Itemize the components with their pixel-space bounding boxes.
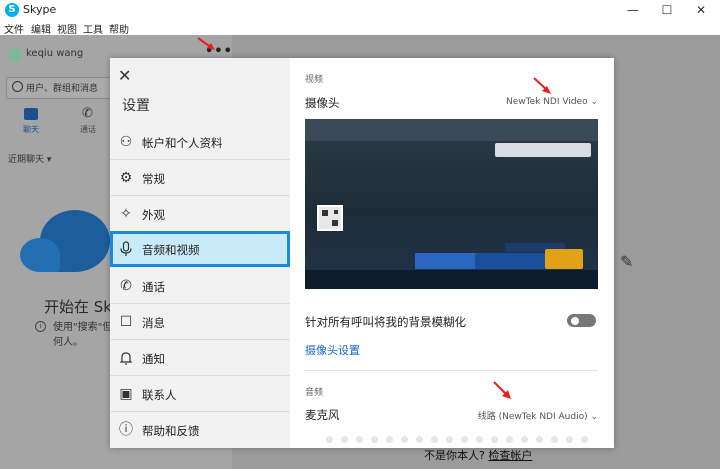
contacts-icon: ▣ xyxy=(119,386,133,402)
annotation-arrow-icon xyxy=(533,77,551,94)
mic-level-dot xyxy=(386,436,393,443)
audio-section-label: 音频 xyxy=(305,388,324,398)
mic-level-dot xyxy=(521,436,528,443)
mic-level-dot xyxy=(416,436,423,443)
minimize-button[interactable]: — xyxy=(618,0,648,20)
mic-level-dot xyxy=(431,436,438,443)
mic-level-dot xyxy=(506,436,513,443)
chat-icon[interactable] xyxy=(24,108,38,120)
nav-item-general[interactable]: ⚙ 常规 xyxy=(110,160,290,196)
search-placeholder: 用户、群组和消息 xyxy=(26,84,99,94)
nav-item-label: 通话 xyxy=(142,280,165,294)
tab-calls[interactable]: 通话 xyxy=(80,124,96,135)
message-icon: ☐ xyxy=(119,314,133,330)
nav-item-messages[interactable]: ☐ 消息 xyxy=(110,304,290,340)
welcome-heading: 开始在 Sk xyxy=(44,298,112,316)
nav-item-label: 常规 xyxy=(142,172,165,186)
mic-level-dot xyxy=(446,436,453,443)
gear-icon: ⚙ xyxy=(119,170,133,186)
person-icon: ⚇ xyxy=(119,134,133,150)
preview-headline-bar xyxy=(415,253,475,269)
microphone-dropdown[interactable]: 线路 (NewTek NDI Audio) ⌄ xyxy=(440,409,598,422)
tab-chats[interactable]: 聊天 xyxy=(23,124,39,135)
preview-banner xyxy=(495,143,591,157)
mic-level-dot xyxy=(491,436,498,443)
camera-dropdown[interactable]: NewTek NDI Video ⌄ xyxy=(470,97,598,107)
user-name: keqiu wang xyxy=(26,48,84,59)
mic-level-dot xyxy=(461,436,468,443)
welcome-hint: 使用"搜索"但 何人。 xyxy=(53,322,113,348)
nav-item-calls[interactable]: ✆ 通话 xyxy=(110,268,290,304)
nav-item-notifications[interactable]: 通知 xyxy=(110,340,290,376)
menu-tools[interactable]: 工具 xyxy=(83,21,103,36)
divider xyxy=(305,370,598,371)
preview-ticker xyxy=(305,270,598,289)
avatar[interactable] xyxy=(8,48,22,62)
mic-level-dot xyxy=(476,436,483,443)
info-icon: i xyxy=(35,321,46,332)
nav-item-audio-video[interactable]: 音频和视频 xyxy=(110,231,290,267)
recent-chats-dropdown[interactable]: 近期聊天 ▾ xyxy=(8,152,51,165)
annotation-arrow-icon xyxy=(197,37,215,50)
magic-wand-icon: ✧ xyxy=(120,206,132,222)
mic-level-dot xyxy=(356,436,363,443)
skype-logo-icon: S xyxy=(5,3,19,17)
menu-view[interactable]: 视图 xyxy=(57,21,77,36)
mic-level-dot xyxy=(401,436,408,443)
pencil-icon[interactable]: ✎ xyxy=(620,252,633,271)
chat-bubble-illustration-icon xyxy=(20,238,60,272)
nav-item-label: 帐户和个人资料 xyxy=(142,136,223,150)
nav-item-help[interactable]: ⓘ 帮助和反馈 xyxy=(110,412,290,448)
mic-level-dot xyxy=(581,436,588,443)
app-title: Skype xyxy=(23,3,57,16)
preview-top-band xyxy=(305,119,598,141)
menu-help[interactable]: 帮助 xyxy=(109,21,129,36)
settings-title: 设置 xyxy=(122,98,150,114)
nav-item-label: 外观 xyxy=(142,208,165,222)
camera-preview xyxy=(305,119,598,289)
not-you-label: 不是你本人? xyxy=(424,449,485,462)
search-icon xyxy=(12,81,23,92)
mic-level-dot xyxy=(551,436,558,443)
annotation-arrow-icon xyxy=(493,381,511,399)
nav-item-appearance[interactable]: ✧ 外观 xyxy=(110,196,290,232)
microphone-icon xyxy=(118,241,134,257)
preview-logo-badge xyxy=(545,249,583,269)
bell-icon xyxy=(118,350,134,366)
nav-item-label: 音频和视频 xyxy=(142,243,200,257)
phone-icon: ✆ xyxy=(120,278,132,294)
mic-level-dot xyxy=(536,436,543,443)
mic-level-dot xyxy=(566,436,573,443)
account-check-text: 不是你本人? 检查帐户 xyxy=(424,447,532,463)
camera-label: 摄像头 xyxy=(305,96,340,110)
menu-file[interactable]: 文件 xyxy=(4,21,24,36)
nav-item-account[interactable]: ⚇ 帐户和个人资料 xyxy=(110,124,290,160)
mic-level-dot xyxy=(326,436,333,443)
camera-settings-link[interactable]: 摄像头设置 xyxy=(305,342,360,358)
mic-level-dot xyxy=(371,436,378,443)
qr-code-icon xyxy=(317,205,343,231)
nav-item-label: 消息 xyxy=(142,316,165,330)
maximize-button[interactable]: ☐ xyxy=(652,0,682,20)
info-icon: ⓘ xyxy=(119,422,133,438)
close-icon[interactable]: ✕ xyxy=(118,66,131,85)
phone-icon[interactable]: ✆ xyxy=(82,106,93,121)
nav-item-label: 联系人 xyxy=(142,388,177,402)
nav-item-label: 帮助和反馈 xyxy=(142,424,200,438)
microphone-label: 麦克风 xyxy=(305,408,340,422)
nav-item-contacts[interactable]: ▣ 联系人 xyxy=(110,376,290,412)
toggle-knob xyxy=(571,317,579,325)
title-bar xyxy=(0,0,720,20)
close-window-button[interactable]: ✕ xyxy=(686,0,716,20)
mic-level-dot xyxy=(341,436,348,443)
video-section-label: 视频 xyxy=(305,75,324,85)
menu-bar xyxy=(0,20,720,35)
check-account-link[interactable]: 检查帐户 xyxy=(488,449,532,462)
blur-background-label: 针对所有呼叫将我的背景模糊化 xyxy=(305,315,466,329)
menu-edit[interactable]: 编辑 xyxy=(31,21,51,36)
nav-item-label: 通知 xyxy=(142,352,165,366)
